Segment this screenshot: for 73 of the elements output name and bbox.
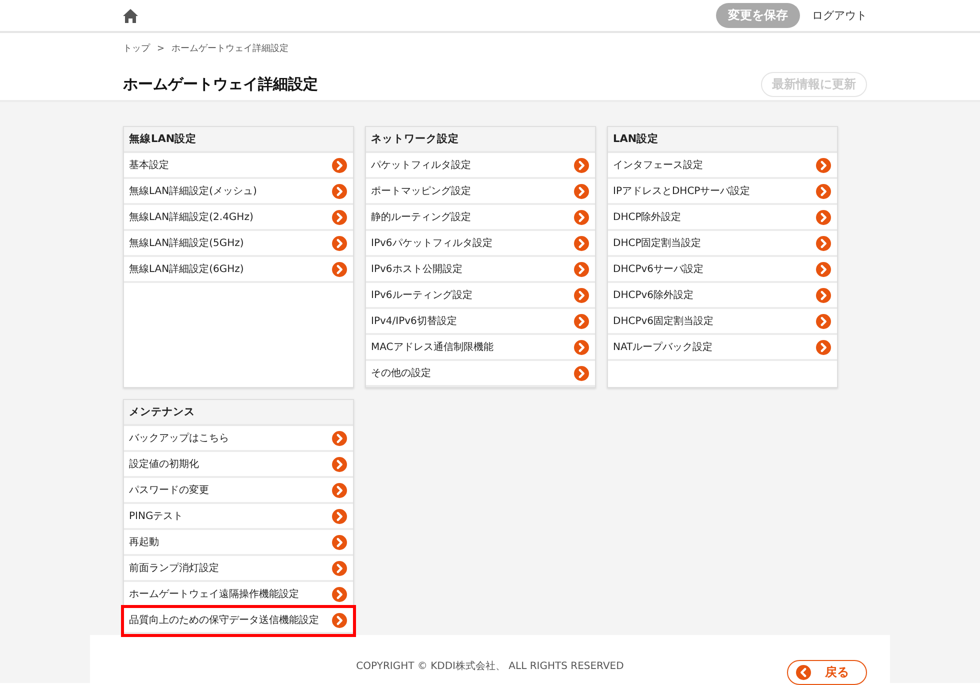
menu-item[interactable]: ポートマッピング設定 xyxy=(366,179,595,205)
arrow-right-icon xyxy=(332,456,347,472)
arrow-right-icon xyxy=(332,184,347,198)
copyright-text: COPYRIGHT © KDDI株式会社、 ALL RIGHTS RESERVED xyxy=(356,660,624,673)
arrow-right-icon xyxy=(816,288,831,302)
menu-item[interactable]: バックアップはこちら xyxy=(124,426,353,452)
back-button[interactable]: 戻る xyxy=(787,660,867,685)
arrow-right-icon xyxy=(816,184,831,198)
card-title: LAN設定 xyxy=(608,127,837,153)
menu-item[interactable]: PINGテスト xyxy=(124,504,353,530)
arrow-right-icon xyxy=(816,262,831,276)
logout-link[interactable]: ログアウト xyxy=(812,8,867,23)
menu-item[interactable]: 無線LAN詳細設定(6GHz) xyxy=(124,257,353,283)
arrow-right-icon xyxy=(332,158,347,172)
home-icon[interactable] xyxy=(123,8,138,22)
arrow-right-icon xyxy=(574,366,589,380)
menu-item[interactable]: DHCPv6除外設定 xyxy=(608,283,837,309)
menu-item[interactable]: その他の設定 xyxy=(366,361,595,387)
arrow-right-icon xyxy=(574,184,589,198)
arrow-right-icon xyxy=(574,288,589,302)
menu-item[interactable]: 品質向上のための保守データ送信機能設定 xyxy=(124,608,353,634)
arrow-right-icon xyxy=(332,430,347,446)
menu-item[interactable]: 再起動 xyxy=(124,530,353,556)
arrow-left-icon xyxy=(796,665,811,680)
arrow-right-icon xyxy=(816,158,831,172)
arrow-right-icon xyxy=(574,210,589,224)
card-title: 無線LAN設定 xyxy=(124,127,353,153)
arrow-right-icon xyxy=(574,340,589,354)
menu-item[interactable]: DHCPv6サーバ設定 xyxy=(608,257,837,283)
menu-item[interactable]: 無線LAN詳細設定(5GHz) xyxy=(124,231,353,257)
menu-item[interactable]: MACアドレス通信制限機能 xyxy=(366,335,595,361)
arrow-right-icon xyxy=(816,210,831,224)
breadcrumb-separator: > xyxy=(157,44,165,54)
card-title: メンテナンス xyxy=(124,400,353,426)
breadcrumb-item[interactable]: トップ xyxy=(123,42,150,55)
arrow-right-icon xyxy=(574,262,589,276)
menu-item[interactable]: IPv6ホスト公開設定 xyxy=(366,257,595,283)
menu-item[interactable]: DHCPv6固定割当設定 xyxy=(608,309,837,335)
menu-item[interactable]: 無線LAN詳細設定(メッシュ) xyxy=(124,179,353,205)
menu-item[interactable]: インタフェース設定 xyxy=(608,153,837,179)
menu-item[interactable]: 基本設定 xyxy=(124,153,353,179)
menu-item[interactable]: 無線LAN詳細設定(2.4GHz) xyxy=(124,205,353,231)
menu-item[interactable]: NATループバック設定 xyxy=(608,335,837,361)
arrow-right-icon xyxy=(574,158,589,172)
menu-item[interactable]: 前面ランプ消灯設定 xyxy=(124,556,353,582)
arrow-right-icon xyxy=(332,236,347,250)
arrow-right-icon xyxy=(332,210,347,224)
arrow-right-icon xyxy=(332,586,347,602)
arrow-right-icon xyxy=(332,612,347,628)
arrow-right-icon xyxy=(574,236,589,250)
arrow-right-icon xyxy=(574,314,589,328)
menu-item[interactable]: IPアドレスとDHCPサーバ設定 xyxy=(608,179,837,205)
page-title: ホームゲートウェイ詳細設定 xyxy=(123,75,319,94)
menu-item[interactable]: パスワードの変更 xyxy=(124,478,353,504)
menu-item[interactable]: IPv6パケットフィルタ設定 xyxy=(366,231,595,257)
arrow-right-icon xyxy=(332,560,347,576)
card-title: ネットワーク設定 xyxy=(366,127,595,153)
menu-item[interactable]: 静的ルーティング設定 xyxy=(366,205,595,231)
arrow-right-icon xyxy=(332,534,347,550)
menu-item[interactable]: IPv6ルーティング設定 xyxy=(366,283,595,309)
menu-item[interactable]: IPv4/IPv6切替設定 xyxy=(366,309,595,335)
menu-item[interactable]: 設定値の初期化 xyxy=(124,452,353,478)
menu-item[interactable]: パケットフィルタ設定 xyxy=(366,153,595,179)
arrow-right-icon xyxy=(332,508,347,524)
arrow-right-icon xyxy=(332,262,347,276)
menu-item[interactable]: DHCP除外設定 xyxy=(608,205,837,231)
menu-item[interactable]: ホームゲートウェイ遠隔操作機能設定 xyxy=(124,582,353,608)
menu-item[interactable]: DHCP固定割当設定 xyxy=(608,231,837,257)
breadcrumb-item: ホームゲートウェイ詳細設定 xyxy=(172,42,289,55)
arrow-right-icon xyxy=(816,340,831,354)
arrow-right-icon xyxy=(332,482,347,498)
arrow-right-icon xyxy=(816,314,831,328)
arrow-right-icon xyxy=(816,236,831,250)
